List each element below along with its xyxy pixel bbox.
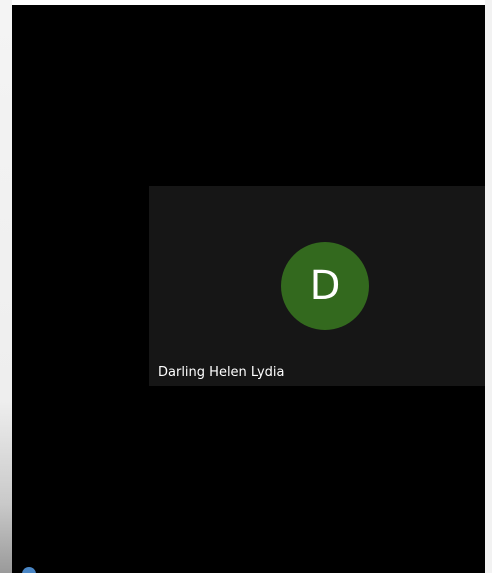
video-stage: D Darling Helen Lydia bbox=[12, 5, 485, 573]
avatar-initial: D bbox=[309, 263, 341, 309]
meeting-window: D Darling Helen Lydia bbox=[0, 0, 492, 573]
window-edge-right bbox=[485, 0, 492, 573]
participant-tile[interactable]: D Darling Helen Lydia bbox=[149, 186, 485, 386]
window-edge-left bbox=[0, 0, 12, 573]
participant-name-label: Darling Helen Lydia bbox=[158, 365, 285, 380]
participant-avatar: D bbox=[281, 242, 369, 330]
